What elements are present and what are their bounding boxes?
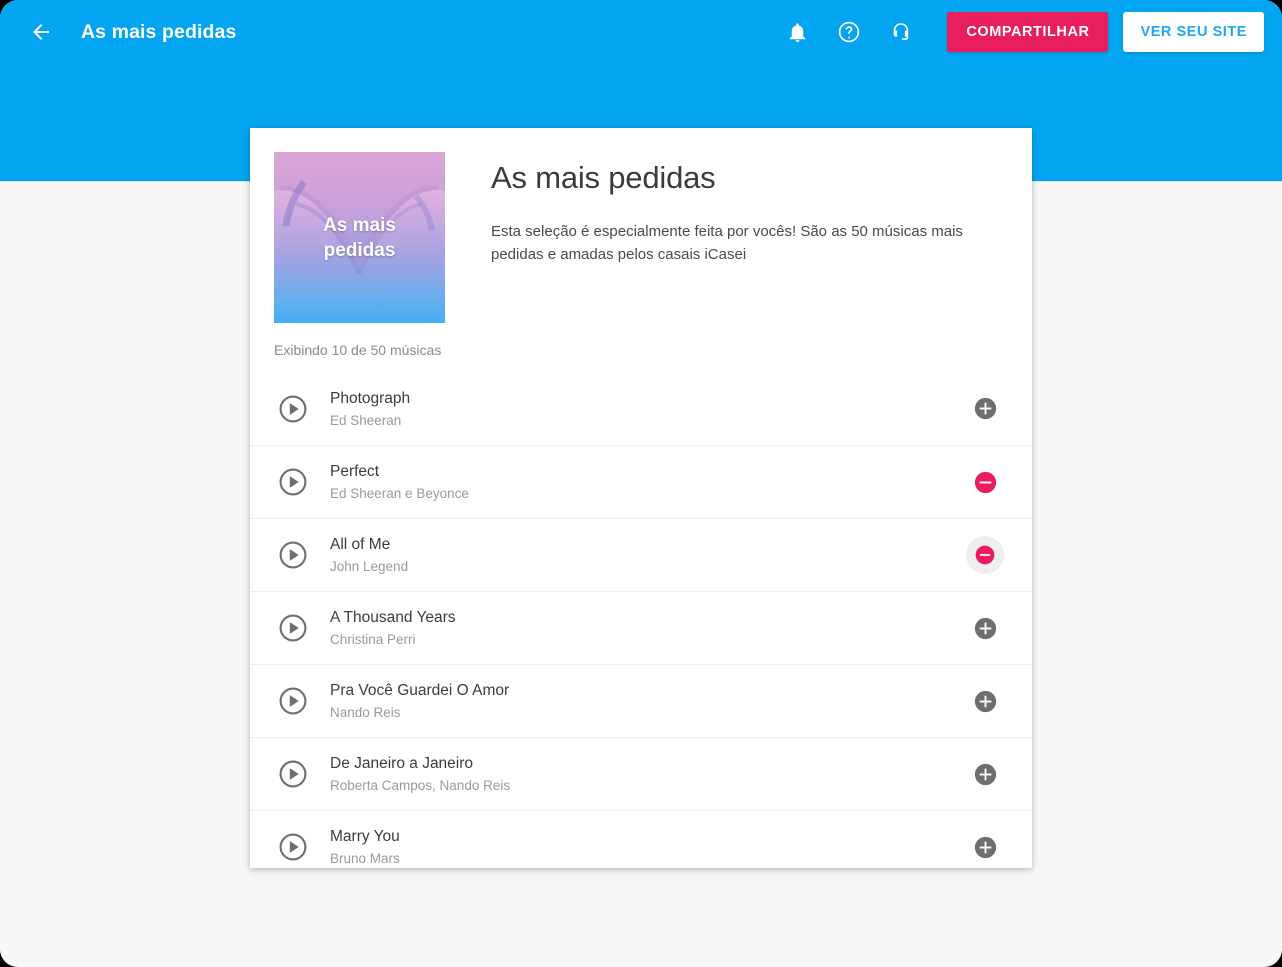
arrow-back-icon: [33, 24, 49, 40]
plus-circle-icon: [974, 690, 996, 712]
support-button[interactable]: [881, 12, 921, 52]
song-row[interactable]: All of Me John Legend: [250, 518, 1032, 591]
song-row[interactable]: De Janeiro a Janeiro Roberta Campos, Nan…: [250, 737, 1032, 810]
back-button[interactable]: [22, 13, 60, 51]
song-info: De Janeiro a Janeiro Roberta Campos, Nan…: [312, 753, 966, 795]
play-button[interactable]: [274, 682, 312, 720]
song-info: Marry You Bruno Mars: [312, 826, 966, 868]
remove-song-button[interactable]: [966, 463, 1004, 501]
song-count-label: Exibindo 10 de 50 músicas: [274, 342, 442, 358]
page-title: As mais pedidas: [81, 20, 237, 43]
support-headset-icon: [894, 23, 909, 40]
add-song-button[interactable]: [966, 755, 1004, 793]
song-artist: Ed Sheeran e Beyonce: [330, 486, 469, 501]
plus-circle-icon: [974, 617, 996, 639]
add-song-button[interactable]: [966, 390, 1004, 428]
song-title: Marry You: [330, 828, 400, 845]
playlist-cover-image: As mais pedidas: [274, 152, 445, 323]
song-title: De Janeiro a Janeiro: [330, 755, 474, 772]
play-circle-icon: [279, 687, 307, 715]
add-song-button[interactable]: [966, 682, 1004, 720]
plus-circle-icon: [974, 836, 996, 858]
view-site-button[interactable]: VER SEU SITE: [1123, 12, 1264, 52]
song-info: Photograph Ed Sheeran: [312, 388, 966, 430]
minus-circle-icon: [974, 471, 996, 493]
playlist-info: As mais pedidas Esta seleção é especialm…: [445, 152, 999, 323]
song-row[interactable]: Pra Você Guardei O Amor Nando Reis: [250, 664, 1032, 737]
cover-caption: As mais pedidas: [274, 213, 445, 263]
song-title: Pra Você Guardei O Amor: [330, 682, 510, 699]
song-artist: Roberta Campos, Nando Reis: [330, 778, 511, 793]
play-button[interactable]: [274, 536, 312, 574]
play-button[interactable]: [274, 755, 312, 793]
add-song-button[interactable]: [966, 828, 1004, 866]
play-circle-icon: [279, 541, 307, 569]
share-button[interactable]: COMPARTILHAR: [947, 12, 1109, 52]
song-row[interactable]: Perfect Ed Sheeran e Beyonce: [250, 445, 1032, 518]
play-circle-icon: [279, 395, 307, 422]
song-title: A Thousand Years: [330, 609, 456, 626]
play-button[interactable]: [274, 828, 312, 866]
add-song-button[interactable]: [966, 609, 1004, 647]
song-artist: John Legend: [330, 559, 409, 574]
play-button[interactable]: [274, 463, 312, 501]
playlist-description: Esta seleção é especialmente feita por v…: [491, 223, 963, 263]
play-circle-icon: [279, 614, 307, 642]
cover-caption-line2: pedidas: [323, 239, 396, 261]
song-list: Photograph Ed Sheeran Perfect Ed Sheeran…: [250, 372, 1032, 868]
plus-circle-icon: [974, 397, 996, 420]
song-artist: Christina Perri: [330, 632, 416, 647]
notifications-bell-icon: [789, 22, 806, 42]
song-row[interactable]: Marry You Bruno Mars: [250, 810, 1032, 868]
song-info: All of Me John Legend: [312, 534, 966, 576]
song-info: Perfect Ed Sheeran e Beyonce: [312, 461, 966, 503]
help-circle-icon: [839, 21, 860, 43]
help-button[interactable]: [829, 12, 869, 52]
song-title: All of Me: [330, 536, 391, 553]
play-button[interactable]: [274, 609, 312, 647]
play-circle-icon: [279, 833, 307, 861]
notifications-button[interactable]: [777, 12, 817, 52]
song-title: Perfect: [330, 463, 380, 480]
song-artist: Bruno Mars: [330, 851, 400, 866]
minus-circle-icon: [975, 545, 995, 565]
plus-circle-icon: [974, 763, 996, 785]
play-circle-icon: [279, 468, 307, 496]
app-window: As mais pedidas COMPARTILHAR VER SEU SIT…: [0, 0, 1282, 967]
play-circle-icon: [279, 760, 307, 788]
cover-caption-line1: As mais: [323, 214, 396, 236]
song-artist: Nando Reis: [330, 705, 401, 720]
play-button[interactable]: [274, 390, 312, 428]
song-info: A Thousand Years Christina Perri: [312, 607, 966, 649]
song-title: Photograph: [330, 389, 411, 407]
song-info: Pra Você Guardei O Amor Nando Reis: [312, 680, 966, 722]
song-row[interactable]: Photograph Ed Sheeran: [250, 372, 1032, 445]
playlist-title: As mais pedidas: [491, 160, 716, 195]
song-row[interactable]: A Thousand Years Christina Perri: [250, 591, 1032, 664]
song-artist: Ed Sheeran: [330, 412, 402, 428]
playlist-card: As mais pedidas As mais pedidas Esta sel…: [250, 128, 1032, 868]
playlist-header: As mais pedidas As mais pedidas Esta sel…: [250, 128, 1032, 323]
remove-song-button[interactable]: [966, 536, 1004, 574]
